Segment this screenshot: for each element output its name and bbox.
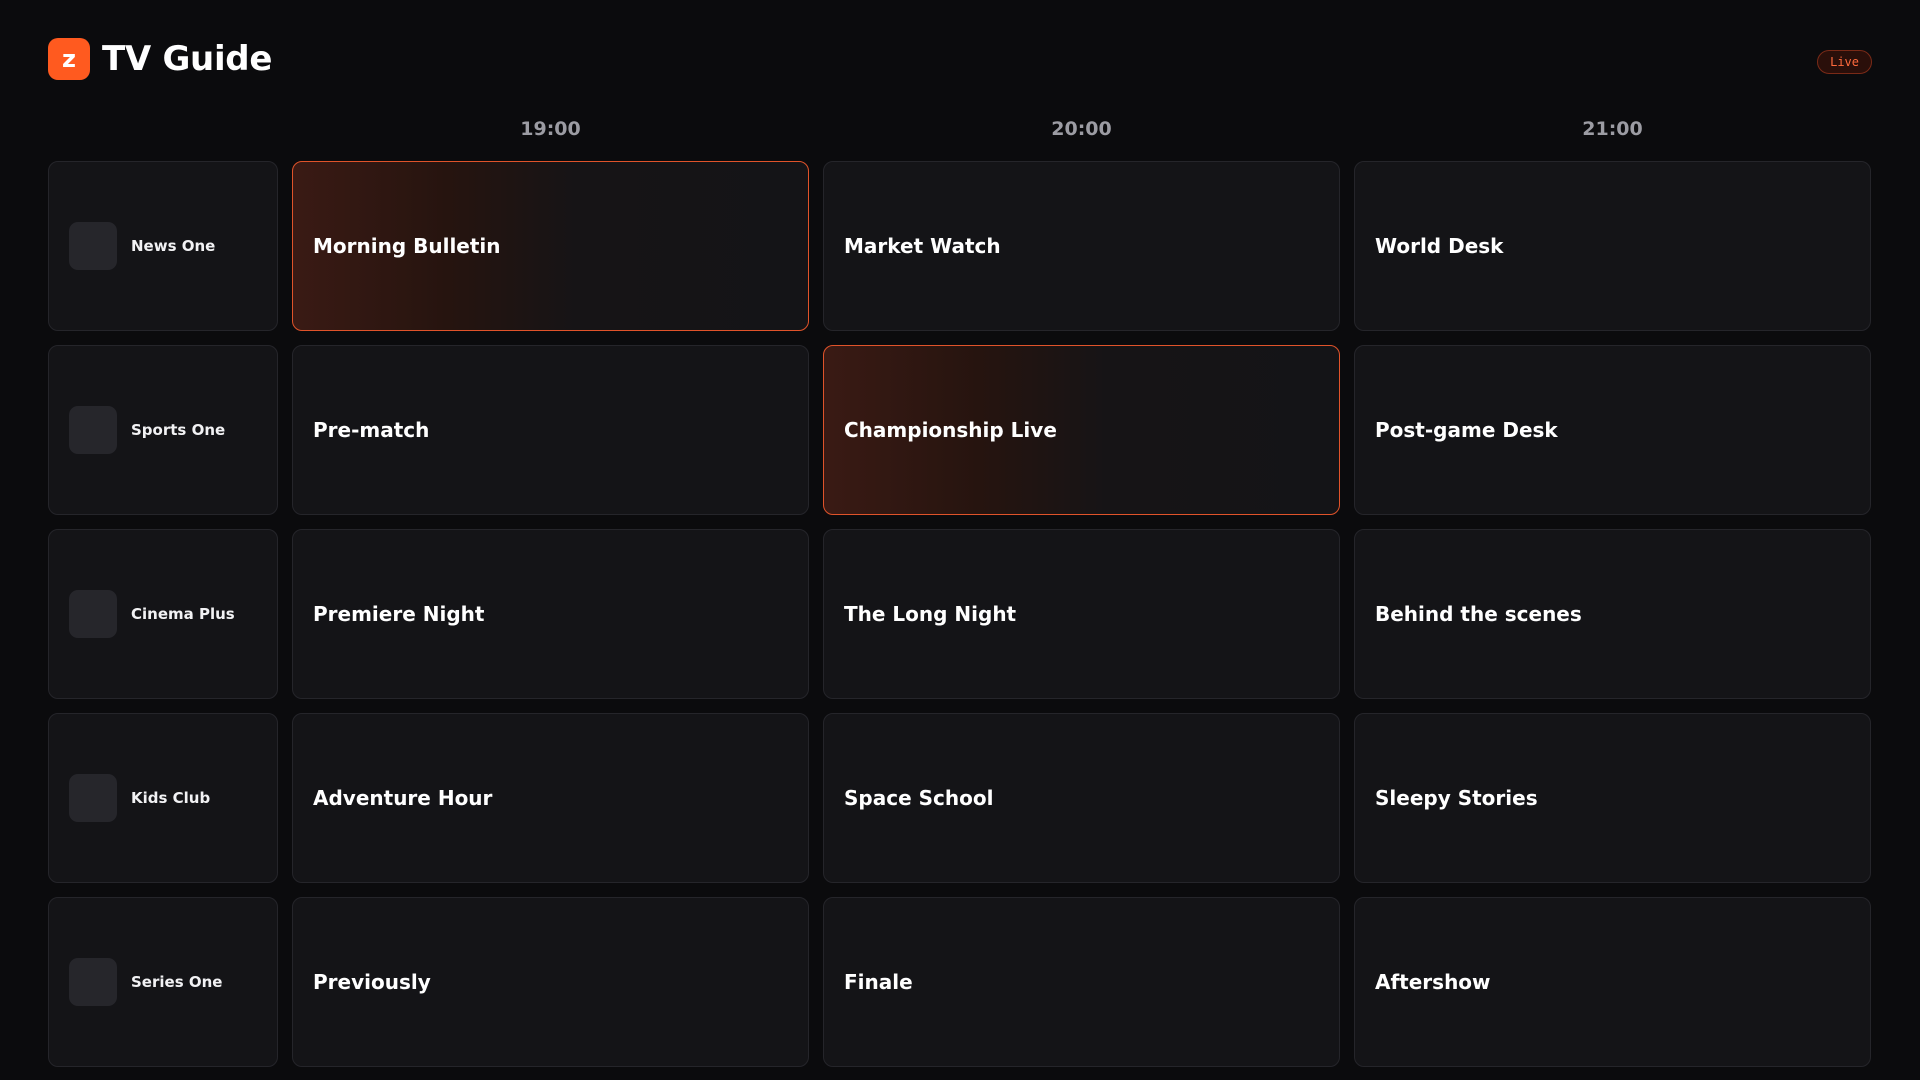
channel-logo-icon [69, 774, 117, 822]
app-logo-letter: z [62, 45, 76, 73]
program-cell[interactable]: Previously [292, 897, 809, 1067]
channel-news-one[interactable]: News One [48, 161, 278, 331]
program-title: Post-game Desk [1375, 418, 1558, 442]
program-title: Aftershow [1375, 970, 1491, 994]
channel-logo-icon [69, 222, 117, 270]
program-cell[interactable]: Finale [823, 897, 1340, 1067]
program-title: Previously [313, 970, 431, 994]
program-cell[interactable]: Behind the scenes [1354, 529, 1871, 699]
tv-guide-page: z TV Guide Live 19:00 20:00 21:00 News O… [0, 0, 1920, 1080]
channel-logo-icon [69, 958, 117, 1006]
program-title: Morning Bulletin [313, 234, 501, 258]
channel-name: Kids Club [131, 789, 211, 807]
channel-sports-one[interactable]: Sports One [48, 345, 278, 515]
channel-kids-club[interactable]: Kids Club [48, 713, 278, 883]
program-cell[interactable]: Sleepy Stories [1354, 713, 1871, 883]
time-header: 19:00 20:00 21:00 [292, 118, 1872, 148]
channel-logo-icon [69, 406, 117, 454]
app-header: z TV Guide [48, 38, 272, 80]
channel-cinema-plus[interactable]: Cinema Plus [48, 529, 278, 699]
channel-name: Series One [131, 973, 223, 991]
program-cell[interactable]: Market Watch [823, 161, 1340, 331]
time-slot-1900: 19:00 [520, 118, 581, 140]
time-slot-2000: 20:00 [1051, 118, 1112, 140]
program-cell[interactable]: Pre-match [292, 345, 809, 515]
app-logo-icon: z [48, 38, 90, 80]
program-cell[interactable]: World Desk [1354, 161, 1871, 331]
program-title: Premiere Night [313, 602, 485, 626]
program-title: World Desk [1375, 234, 1504, 258]
program-title: Finale [844, 970, 913, 994]
program-cell[interactable]: The Long Night [823, 529, 1340, 699]
program-title: Pre-match [313, 418, 430, 442]
channel-name: News One [131, 237, 216, 255]
program-cell[interactable]: Aftershow [1354, 897, 1871, 1067]
channel-name: Cinema Plus [131, 605, 235, 623]
program-title: The Long Night [844, 602, 1017, 626]
channel-logo-icon [69, 590, 117, 638]
channel-series-one[interactable]: Series One [48, 897, 278, 1067]
program-cell[interactable]: Post-game Desk [1354, 345, 1871, 515]
schedule-grid: News One Morning Bulletin Market Watch W… [48, 161, 1872, 1067]
time-slot-2100: 21:00 [1582, 118, 1643, 140]
page-title: TV Guide [102, 39, 273, 79]
program-cell[interactable]: Space School [823, 713, 1340, 883]
program-cell[interactable]: Adventure Hour [292, 713, 809, 883]
program-title: Market Watch [844, 234, 1001, 258]
program-title: Championship Live [844, 418, 1057, 442]
program-cell[interactable]: Premiere Night [292, 529, 809, 699]
program-cell-live[interactable]: Morning Bulletin [292, 161, 809, 331]
program-title: Behind the scenes [1375, 602, 1582, 626]
live-badge[interactable]: Live [1817, 50, 1872, 74]
channel-name: Sports One [131, 421, 226, 439]
program-title: Adventure Hour [313, 786, 493, 810]
program-title: Sleepy Stories [1375, 786, 1538, 810]
program-cell-live[interactable]: Championship Live [823, 345, 1340, 515]
program-title: Space School [844, 786, 994, 810]
